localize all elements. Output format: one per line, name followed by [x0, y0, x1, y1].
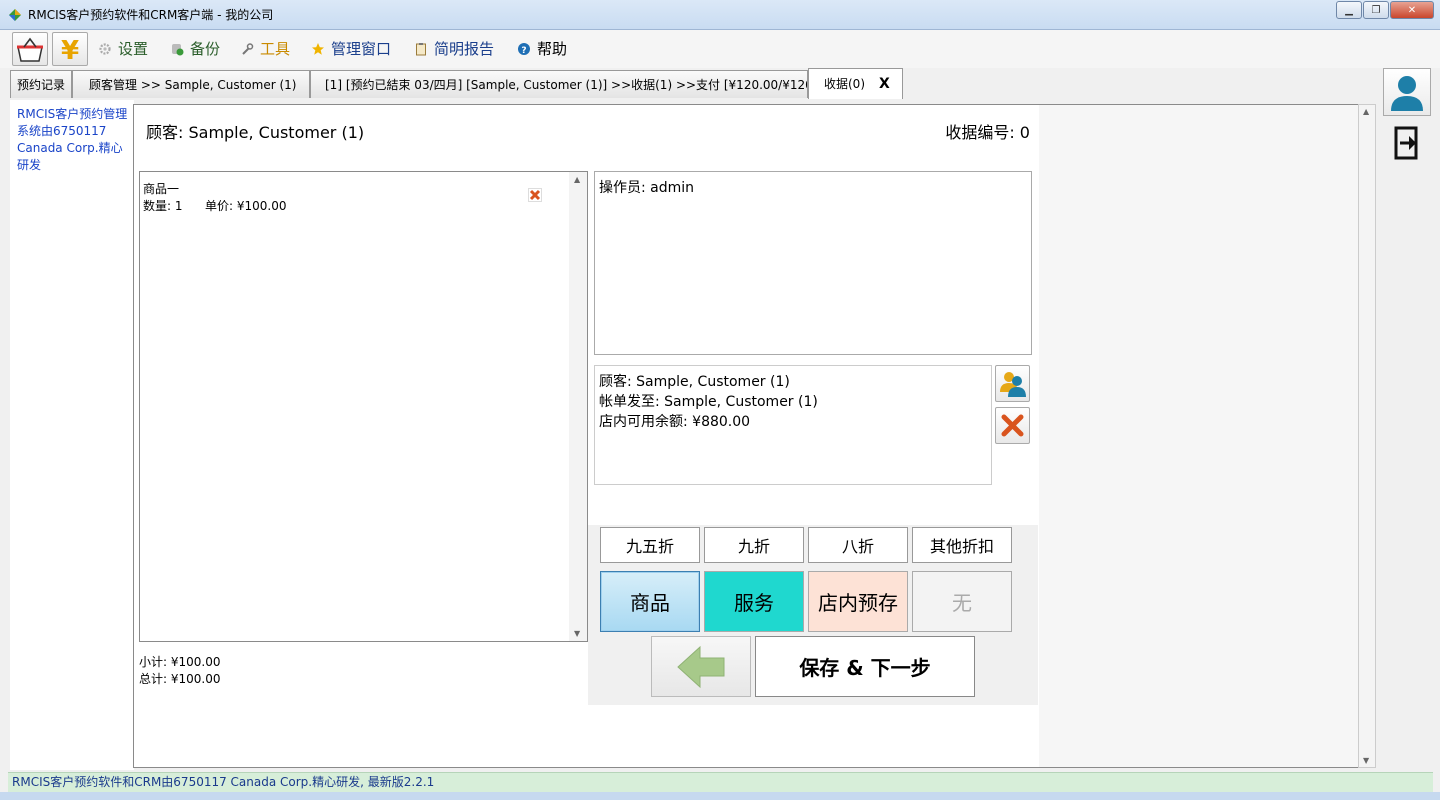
- window-title: RMCIS客户预约软件和CRM客户端 - 我的公司: [28, 8, 274, 22]
- menu-backup[interactable]: 备份: [170, 38, 220, 59]
- wrench-icon: [242, 42, 254, 55]
- shopping-basket-button[interactable]: [12, 32, 48, 66]
- menu-settings-label: 设置: [118, 40, 149, 58]
- tab-customer-management[interactable]: 顾客管理 >> Sample, Customer (1): [72, 70, 310, 98]
- bill-to: 帐单发至: Sample, Customer (1): [599, 394, 818, 410]
- toolbar: ¥ 设置 备份 工具 管理窗口 简明报告 ? 帮助: [0, 30, 1440, 68]
- window-bottom-edge: [0, 792, 1440, 800]
- item-quantity: 数量: 1: [143, 199, 183, 213]
- delete-item-icon[interactable]: [528, 188, 542, 202]
- customer-name: 顾客: Sample, Customer (1): [599, 374, 790, 390]
- yen-icon: ¥: [61, 36, 79, 66]
- operator-box: 操作员: admin: [594, 171, 1032, 355]
- close-tab-button[interactable]: X: [879, 76, 890, 92]
- store-balance: 店内可用余额: ¥880.00: [599, 414, 751, 430]
- payment-button[interactable]: ¥: [52, 32, 88, 66]
- tab-payment[interactable]: [1] [预约已結束 03/四月] [Sample, Customer (1)]…: [310, 70, 808, 98]
- customer-info-box: 顾客: Sample, Customer (1) 帐单发至: Sample, C…: [594, 365, 992, 485]
- other-discount-button[interactable]: 其他折扣: [912, 527, 1012, 563]
- minimize-button[interactable]: ▁: [1336, 1, 1362, 19]
- main-scrollbar[interactable]: ▲ ▼: [1358, 104, 1376, 768]
- menu-tools[interactable]: 工具: [240, 38, 290, 59]
- help-icon: ?: [518, 42, 530, 56]
- none-button[interactable]: 无: [912, 571, 1012, 632]
- close-icon: [1001, 414, 1024, 437]
- tab-label: [1] [预约已結束 03/四月] [Sample, Customer (1)]…: [325, 78, 808, 92]
- select-customer-button[interactable]: [995, 365, 1030, 402]
- save-next-button[interactable]: 保存 & 下一步: [755, 636, 975, 697]
- arrow-left-icon: [677, 645, 725, 689]
- goods-button[interactable]: 商品: [600, 571, 700, 632]
- items-list[interactable]: 商品一 数量: 1 单价: ¥100.00 ▲ ▼: [139, 171, 588, 642]
- menu-brief-report-label: 简明报告: [434, 40, 495, 58]
- scroll-up-icon[interactable]: ▲: [574, 175, 580, 184]
- store-credit-button[interactable]: 店内预存: [808, 571, 908, 632]
- tab-appointments[interactable]: 预约记录: [10, 70, 72, 98]
- customer-heading: 顾客: Sample, Customer (1): [146, 123, 365, 142]
- status-bar: RMCIS客户预约软件和CRM由6750117 Canada Corp.精心研发…: [8, 772, 1433, 792]
- scroll-up-icon[interactable]: ▲: [1363, 107, 1369, 116]
- item-name: 商品一: [143, 182, 180, 196]
- menu-manage-windows-label: 管理窗口: [331, 40, 392, 58]
- menu-settings[interactable]: 设置: [98, 38, 148, 59]
- maximize-button[interactable]: ❐: [1363, 1, 1389, 19]
- close-window-button[interactable]: ✕: [1390, 1, 1434, 19]
- star-icon: [312, 42, 324, 55]
- menu-help-label: 帮助: [537, 40, 568, 58]
- tab-label: 顾客管理 >> Sample, Customer (1): [89, 78, 297, 92]
- items-scrollbar[interactable]: ▲ ▼: [569, 172, 587, 641]
- app-logo-icon: [9, 9, 21, 21]
- back-button[interactable]: [651, 636, 751, 697]
- company-info-panel: RMCIS客户预约管理系统由6750117 Canada Corp.精心研发: [10, 100, 134, 770]
- total: 总计: ¥100.00: [139, 672, 221, 686]
- menu-brief-report[interactable]: 简明报告: [414, 38, 494, 59]
- tab-label: 收据(0): [824, 77, 865, 91]
- empty-pane: [1039, 105, 1358, 767]
- receipt-number: 收据编号: 0: [945, 123, 1030, 142]
- operator-text: 操作员: admin: [599, 180, 695, 196]
- clipboard-icon: [416, 42, 426, 55]
- tab-receipt[interactable]: 收据(0) X: [808, 68, 903, 99]
- right-rail: [1381, 68, 1433, 768]
- logout-icon: [1394, 126, 1418, 160]
- item-unit-price: 单价: ¥100.00: [205, 199, 287, 213]
- subtotal: 小计: ¥100.00: [139, 655, 221, 669]
- logout-button[interactable]: [1383, 120, 1431, 168]
- menu-backup-label: 备份: [190, 40, 221, 58]
- company-info-text: RMCIS客户预约管理系统由6750117 Canada Corp.精心研发: [17, 107, 128, 172]
- tab-label: 预约记录: [17, 78, 66, 92]
- service-button[interactable]: 服务: [704, 571, 804, 632]
- discount-90-button[interactable]: 九折: [704, 527, 804, 563]
- basket-icon: [17, 37, 43, 62]
- discount-95-button[interactable]: 九五折: [600, 527, 700, 563]
- menu-manage-windows[interactable]: 管理窗口: [311, 38, 391, 59]
- scroll-down-icon[interactable]: ▼: [1363, 756, 1369, 765]
- svg-text:¥: ¥: [61, 36, 79, 65]
- database-backup-icon: [172, 43, 184, 55]
- menu-help[interactable]: ? 帮助: [517, 38, 567, 59]
- user-profile-button[interactable]: [1383, 68, 1431, 116]
- discount-80-button[interactable]: 八折: [808, 527, 908, 563]
- remove-customer-button[interactable]: [995, 407, 1030, 444]
- menu-tools-label: 工具: [260, 40, 291, 58]
- svg-text:?: ?: [521, 46, 526, 56]
- users-icon: [1000, 372, 1026, 397]
- scroll-down-icon[interactable]: ▼: [574, 629, 580, 638]
- title-bar: RMCIS客户预约软件和CRM客户端 - 我的公司 ▁ ❐ ✕: [0, 0, 1440, 30]
- tab-bar: 预约记录 顾客管理 >> Sample, Customer (1) [1] [预…: [0, 68, 1380, 99]
- gear-icon: [99, 42, 111, 55]
- window-left-edge: [0, 68, 8, 792]
- user-icon: [1391, 76, 1423, 111]
